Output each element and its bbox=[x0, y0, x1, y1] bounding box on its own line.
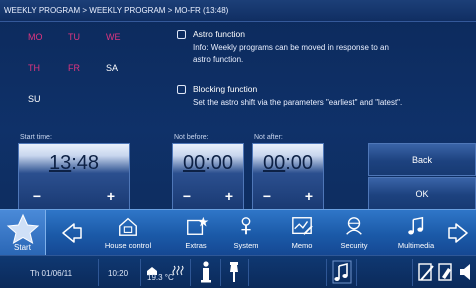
pin-icon[interactable] bbox=[226, 260, 242, 284]
status-divider bbox=[356, 259, 357, 286]
status-time: 10:20 bbox=[108, 269, 129, 278]
arrow-left-icon bbox=[62, 223, 82, 243]
day-mo[interactable]: MO bbox=[28, 32, 43, 42]
memo-icon bbox=[292, 217, 313, 235]
nav-right-button[interactable] bbox=[446, 210, 476, 256]
not-before-hours[interactable]: 00 bbox=[183, 152, 205, 174]
start-time-value[interactable]: 13:48 bbox=[19, 152, 129, 175]
not-after-minutes[interactable]: :00 bbox=[285, 152, 313, 174]
nav-house-control[interactable]: House control bbox=[105, 210, 151, 256]
status-divider bbox=[412, 259, 413, 286]
not-before-label: Not before: bbox=[174, 134, 209, 141]
nav-extras[interactable]: Extras bbox=[176, 210, 216, 256]
not-after-plus-button[interactable]: + bbox=[301, 189, 317, 203]
day-tu[interactable]: TU bbox=[68, 32, 80, 42]
status-date: Th 01/06/11 bbox=[30, 269, 73, 278]
blocking-info: Set the astro shift via the parameters "… bbox=[193, 98, 403, 107]
astro-function-checkbox[interactable] bbox=[177, 30, 186, 39]
nav-left-button[interactable] bbox=[54, 210, 84, 256]
astro-function-title: Astro function bbox=[193, 29, 245, 39]
start-time-minutes[interactable]: :48 bbox=[71, 152, 99, 174]
not-after-hours[interactable]: 00 bbox=[263, 152, 285, 174]
speaker-icon[interactable] bbox=[458, 260, 474, 284]
status-divider bbox=[326, 259, 327, 286]
extras-icon bbox=[187, 216, 209, 235]
status-temperature: 19.3 °C bbox=[147, 273, 174, 282]
day-we[interactable]: WE bbox=[106, 32, 121, 42]
status-divider bbox=[190, 259, 191, 286]
day-th[interactable]: TH bbox=[28, 63, 40, 73]
not-before-plus-button[interactable]: + bbox=[221, 189, 237, 203]
house-icon bbox=[119, 217, 137, 236]
not-before-value[interactable]: 00:00 bbox=[173, 152, 243, 175]
memo-edit-icon[interactable] bbox=[418, 260, 434, 284]
start-label: Start bbox=[14, 243, 31, 252]
nav-security-label: Security bbox=[340, 241, 368, 250]
status-divider bbox=[220, 259, 221, 286]
music-note-icon bbox=[408, 216, 424, 235]
security-icon bbox=[346, 217, 362, 235]
nav-memo-label: Memo bbox=[291, 241, 313, 250]
start-time-label: Start time: bbox=[20, 134, 52, 141]
start-button[interactable]: Start bbox=[0, 210, 46, 256]
day-su[interactable]: SU bbox=[28, 94, 41, 104]
nav-system-label: System bbox=[233, 241, 259, 250]
start-time-minus-button[interactable]: − bbox=[29, 189, 45, 203]
system-icon bbox=[241, 217, 251, 235]
music-note-icon[interactable] bbox=[332, 260, 352, 284]
clean-screen-icon[interactable] bbox=[438, 260, 454, 284]
not-after-spinner: 00:00 − + bbox=[252, 143, 324, 210]
ok-button[interactable]: OK bbox=[368, 177, 476, 210]
astro-info-line1: Info: Weekly programs can be moved in re… bbox=[193, 43, 389, 52]
day-fr[interactable]: FR bbox=[68, 63, 80, 73]
not-before-spinner: 00:00 − + bbox=[172, 143, 244, 210]
nav-house-control-label: House control bbox=[104, 241, 152, 250]
start-time-hours[interactable]: 13 bbox=[49, 152, 71, 174]
astro-info-line2: astro function. bbox=[193, 55, 244, 64]
not-after-minus-button[interactable]: − bbox=[259, 189, 275, 203]
nav-multimedia[interactable]: Multimedia bbox=[396, 210, 436, 256]
nav-security[interactable]: Security bbox=[334, 210, 374, 256]
status-divider bbox=[140, 259, 141, 286]
weekly-program-screen: WEEKLY PROGRAM > WEEKLY PROGRAM > MO-FR … bbox=[0, 0, 476, 288]
blocking-function-checkbox[interactable] bbox=[177, 85, 186, 94]
nav-multimedia-label: Multimedia bbox=[397, 241, 435, 250]
day-sa[interactable]: SA bbox=[106, 63, 118, 73]
back-button[interactable]: Back bbox=[368, 143, 476, 176]
status-divider bbox=[248, 259, 249, 286]
not-before-minutes[interactable]: :00 bbox=[205, 152, 233, 174]
status-divider bbox=[98, 259, 99, 286]
status-bar: Th 01/06/11 10:20 19.3 °C bbox=[0, 255, 476, 288]
not-before-minus-button[interactable]: − bbox=[179, 189, 195, 203]
blocking-function-title: Blocking function bbox=[193, 84, 258, 94]
not-after-value[interactable]: 00:00 bbox=[253, 152, 323, 175]
star-icon bbox=[6, 213, 40, 245]
arrow-right-icon bbox=[448, 223, 468, 243]
nav-system[interactable]: System bbox=[226, 210, 266, 256]
start-time-spinner: 13:48 − + bbox=[18, 143, 130, 210]
navigation-bar: Start House control Extras System Memo S… bbox=[0, 209, 476, 256]
info-icon[interactable] bbox=[198, 260, 214, 284]
breadcrumb: WEEKLY PROGRAM > WEEKLY PROGRAM > MO-FR … bbox=[0, 0, 476, 22]
nav-memo[interactable]: Memo bbox=[282, 210, 322, 256]
not-after-label: Not after: bbox=[254, 134, 283, 141]
start-time-plus-button[interactable]: + bbox=[103, 189, 119, 203]
